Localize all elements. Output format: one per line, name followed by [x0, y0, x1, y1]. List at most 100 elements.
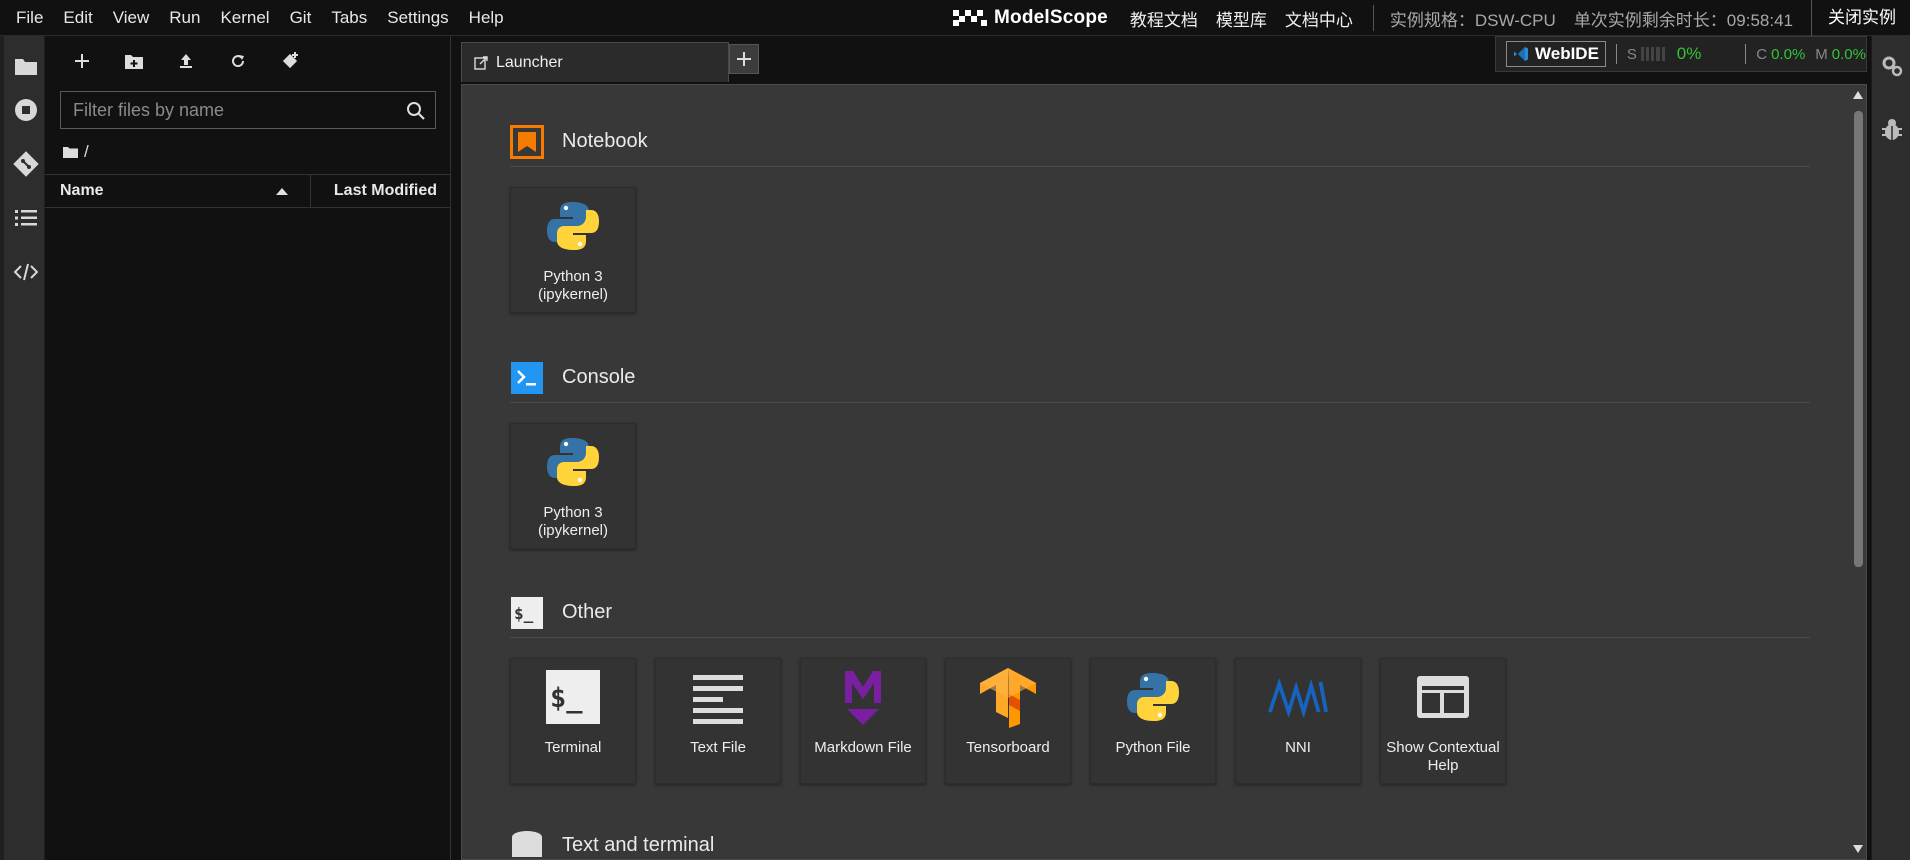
modelscope-logo-icon [952, 10, 987, 26]
running-sessions-icon[interactable] [12, 96, 40, 124]
markdown-icon [833, 667, 893, 727]
table-of-contents-icon[interactable] [12, 204, 40, 232]
folder-icon[interactable] [63, 146, 78, 158]
card-label: Show Contextual Help [1386, 739, 1500, 774]
divider [1615, 44, 1617, 64]
filter-files-input[interactable] [73, 99, 393, 121]
notebook-icon [510, 124, 544, 159]
new-tab-button[interactable] [729, 44, 759, 74]
console-icon [511, 361, 543, 394]
git-icon[interactable] [12, 150, 40, 178]
tab-launcher-label: Launcher [496, 53, 563, 71]
menu-tabs[interactable]: Tabs [321, 0, 377, 36]
console-section-header: Console [510, 353, 1810, 403]
column-last-modified-header[interactable]: Last Modified [311, 175, 451, 207]
new-folder-button[interactable] [119, 46, 149, 76]
file-filter-box [60, 91, 436, 129]
other-section: $_ Other $_ Terminal Text File Markdown … [510, 588, 1810, 784]
tab-launcher[interactable]: Launcher [461, 42, 729, 82]
top-menu-bar: File Edit View Run Kernel Git Tabs Setti… [0, 0, 1910, 36]
menu-run[interactable]: Run [159, 0, 210, 36]
tensorboard-card[interactable]: Tensorboard [945, 658, 1071, 784]
python-file-card[interactable]: Python File [1090, 658, 1216, 784]
scroll-up-arrow-icon[interactable] [1853, 91, 1863, 99]
git-clone-button[interactable] [275, 46, 305, 76]
menu-kernel[interactable]: Kernel [210, 0, 279, 36]
storage-bars [1640, 47, 1665, 61]
storage-label: S [1626, 45, 1637, 63]
breadcrumb: / [63, 142, 89, 162]
notebook-python3-card[interactable]: Python 3 (ipykernel) [510, 187, 636, 313]
notebook-section-title: Notebook [562, 130, 648, 152]
launcher-scrollbar[interactable] [1850, 85, 1866, 859]
plus-icon [75, 54, 89, 68]
vscode-icon [1514, 47, 1528, 61]
refresh-button[interactable] [223, 46, 253, 76]
link-tutorials[interactable]: 教程文档 [1130, 6, 1198, 31]
file-browser-toolbar [45, 36, 451, 86]
sort-ascending-icon [276, 188, 288, 195]
cpu-label: C [1756, 45, 1768, 63]
launcher-icon [474, 55, 488, 70]
git-clone-icon [282, 52, 298, 69]
python-icon [543, 432, 603, 492]
scroll-down-arrow-icon[interactable] [1853, 845, 1863, 853]
column-name-label: Name [60, 182, 104, 199]
console-section: Console Python 3 (ipykernel) [510, 353, 1810, 549]
memory-value: 0.0% [1831, 45, 1866, 63]
markdown-file-card[interactable]: Markdown File [800, 658, 926, 784]
instance-spec: 实例规格：DSW-CPU [1389, 10, 1556, 30]
search-icon[interactable] [405, 100, 427, 122]
cpu-value: 0.0% [1771, 45, 1806, 63]
debugger-icon[interactable] [1878, 116, 1906, 144]
text-terminal-section-title: Text and terminal [562, 834, 715, 856]
column-last-modified-label: Last Modified [333, 182, 437, 199]
new-launcher-button[interactable] [67, 46, 97, 76]
menu-git[interactable]: Git [280, 0, 322, 36]
svg-text:$_: $_ [550, 683, 583, 714]
close-instance-button[interactable]: 关闭实例 [1811, 0, 1910, 36]
modelscope-logo[interactable]: ModelScope [952, 7, 1108, 29]
link-doc-center[interactable]: 文档中心 [1285, 6, 1353, 31]
resource-status-widget: WebIDE S 0% C 0.0% M 0.0% [1495, 36, 1867, 72]
column-name-header[interactable]: Name [45, 175, 311, 207]
console-python3-card[interactable]: Python 3 (ipykernel) [510, 423, 636, 549]
file-list-header: Name Last Modified [45, 174, 451, 208]
menu-file[interactable]: File [6, 0, 53, 36]
terminal-icon: $_ [511, 596, 543, 629]
contextual-help-card[interactable]: Show Contextual Help [1380, 658, 1506, 784]
upload-button[interactable] [171, 46, 201, 76]
svg-text:$_: $_ [514, 604, 534, 623]
notebook-section-header: Notebook [510, 117, 1810, 167]
link-model-library[interactable]: 模型库 [1216, 6, 1267, 31]
menu-settings[interactable]: Settings [377, 0, 458, 36]
card-label: Tensorboard [966, 739, 1050, 756]
memory-label: M [1815, 45, 1828, 63]
notebook-cards: Python 3 (ipykernel) [510, 187, 655, 313]
top-right-area: ModelScope 教程文档 模型库 文档中心 实例规格：DSW-CPU 单次… [952, 0, 1910, 36]
other-section-header: $_ Other [510, 588, 1810, 638]
tab-bar: Launcher WebIDE S 0% C 0.0% M 0.0% [451, 36, 1871, 84]
other-cards: $_ Terminal Text File Markdown File Tens… [510, 658, 1525, 784]
card-label: Text File [690, 739, 746, 756]
card-label: Terminal [544, 739, 602, 756]
terminal-card[interactable]: $_ Terminal [510, 658, 636, 784]
menu-help[interactable]: Help [459, 0, 514, 36]
menu-view[interactable]: View [103, 0, 160, 36]
python-icon [1123, 667, 1183, 727]
text-file-card[interactable]: Text File [655, 658, 781, 784]
folder-icon[interactable] [12, 52, 40, 80]
launcher-panel: Notebook Python 3 (ipykernel) Console Py… [461, 84, 1867, 860]
nni-card[interactable]: NNI [1235, 658, 1361, 784]
tensorflow-icon [978, 667, 1038, 728]
webide-button[interactable]: WebIDE [1506, 41, 1606, 67]
text-file-icon [688, 667, 748, 727]
code-icon[interactable] [12, 258, 40, 286]
text-terminal-section-header: Text and terminal [510, 821, 1810, 859]
scrollbar-thumb[interactable] [1854, 111, 1863, 567]
new-folder-icon [125, 54, 143, 69]
property-inspector-icon[interactable] [1878, 52, 1906, 80]
breadcrumb-root[interactable]: / [84, 142, 89, 162]
menu-edit[interactable]: Edit [53, 0, 102, 36]
brand-name: ModelScope [993, 7, 1108, 28]
